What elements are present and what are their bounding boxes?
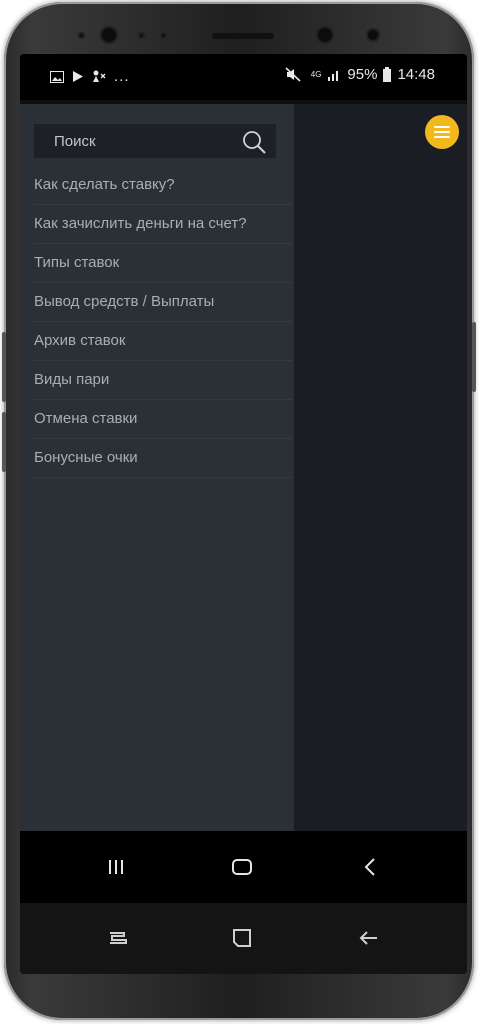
signal-icon	[328, 71, 339, 81]
front-camera-icon	[100, 26, 118, 44]
menu-item[interactable]: Вывод средств / Выплаты	[34, 283, 292, 322]
back-key[interactable]	[353, 923, 383, 953]
side-drawer: Как сделать ставку? Как зачислить деньги…	[20, 104, 294, 831]
earpiece-speaker	[212, 33, 274, 39]
back-arrow-icon	[359, 931, 377, 945]
network-type: 4G	[310, 69, 322, 79]
iris-camera-icon	[366, 28, 380, 42]
status-bar: ... 4G 95% 14:48	[20, 54, 467, 100]
image-icon	[50, 70, 64, 83]
help-menu: Как сделать ставку? Как зачислить деньги…	[34, 166, 292, 478]
search-input[interactable]	[34, 125, 246, 157]
search-button[interactable]	[240, 128, 268, 156]
hamburger-icon	[434, 126, 450, 128]
phone-frame: ... 4G 95% 14:48 Поиск Как сделать ставк…	[2, 2, 476, 1020]
play-store-icon	[73, 71, 83, 82]
app-content: Как сделать ставку? Как зачислить деньги…	[20, 104, 467, 831]
menu-item[interactable]: Виды пари	[34, 361, 292, 400]
more-notifications: ...	[114, 68, 130, 85]
menu-toggle-button[interactable]	[425, 115, 459, 149]
bixby-button	[2, 412, 6, 472]
iris-camera-icon	[316, 26, 334, 44]
hamburger-icon	[434, 136, 450, 138]
back-chevron-icon	[364, 858, 375, 876]
recents-key-icon	[110, 932, 127, 944]
menu-item[interactable]: Отмена ставки	[34, 400, 292, 439]
menu-item[interactable]: Бонусные очки	[34, 439, 292, 478]
home-icon	[232, 859, 252, 875]
home-button[interactable]	[227, 852, 257, 882]
power-button	[472, 322, 476, 392]
volume-button	[2, 332, 6, 402]
hardware-keys-bar	[20, 903, 467, 974]
status-left: ...	[50, 68, 130, 85]
hamburger-icon	[434, 131, 450, 133]
sensor-icon	[160, 32, 167, 39]
recents-key[interactable]	[103, 923, 133, 953]
menu-item[interactable]: Как зачислить деньги на счет?	[34, 205, 292, 244]
recent-apps-button[interactable]	[101, 852, 131, 882]
menu-item[interactable]: Архив ставок	[34, 322, 292, 361]
battery-percent: 95%	[347, 66, 378, 83]
search-box	[34, 124, 276, 158]
home-key-icon	[233, 929, 251, 947]
menu-item[interactable]: Типы ставок	[34, 244, 292, 283]
menu-item[interactable]: Как сделать ставку?	[34, 166, 292, 205]
back-button[interactable]	[355, 852, 385, 882]
mute-icon	[285, 67, 301, 82]
sensor-icon	[78, 32, 85, 39]
home-key[interactable]	[227, 923, 257, 953]
screen: ... 4G 95% 14:48 Поиск Как сделать ставк…	[20, 54, 467, 974]
clock: 14:48	[397, 66, 435, 83]
cast-icon	[93, 70, 106, 82]
battery-icon	[383, 67, 392, 82]
android-nav-bar	[20, 831, 467, 903]
search-icon	[243, 131, 266, 154]
status-right: 4G 95% 14:48	[285, 66, 435, 83]
recent-apps-icon	[109, 860, 123, 874]
sensor-icon	[138, 32, 145, 39]
